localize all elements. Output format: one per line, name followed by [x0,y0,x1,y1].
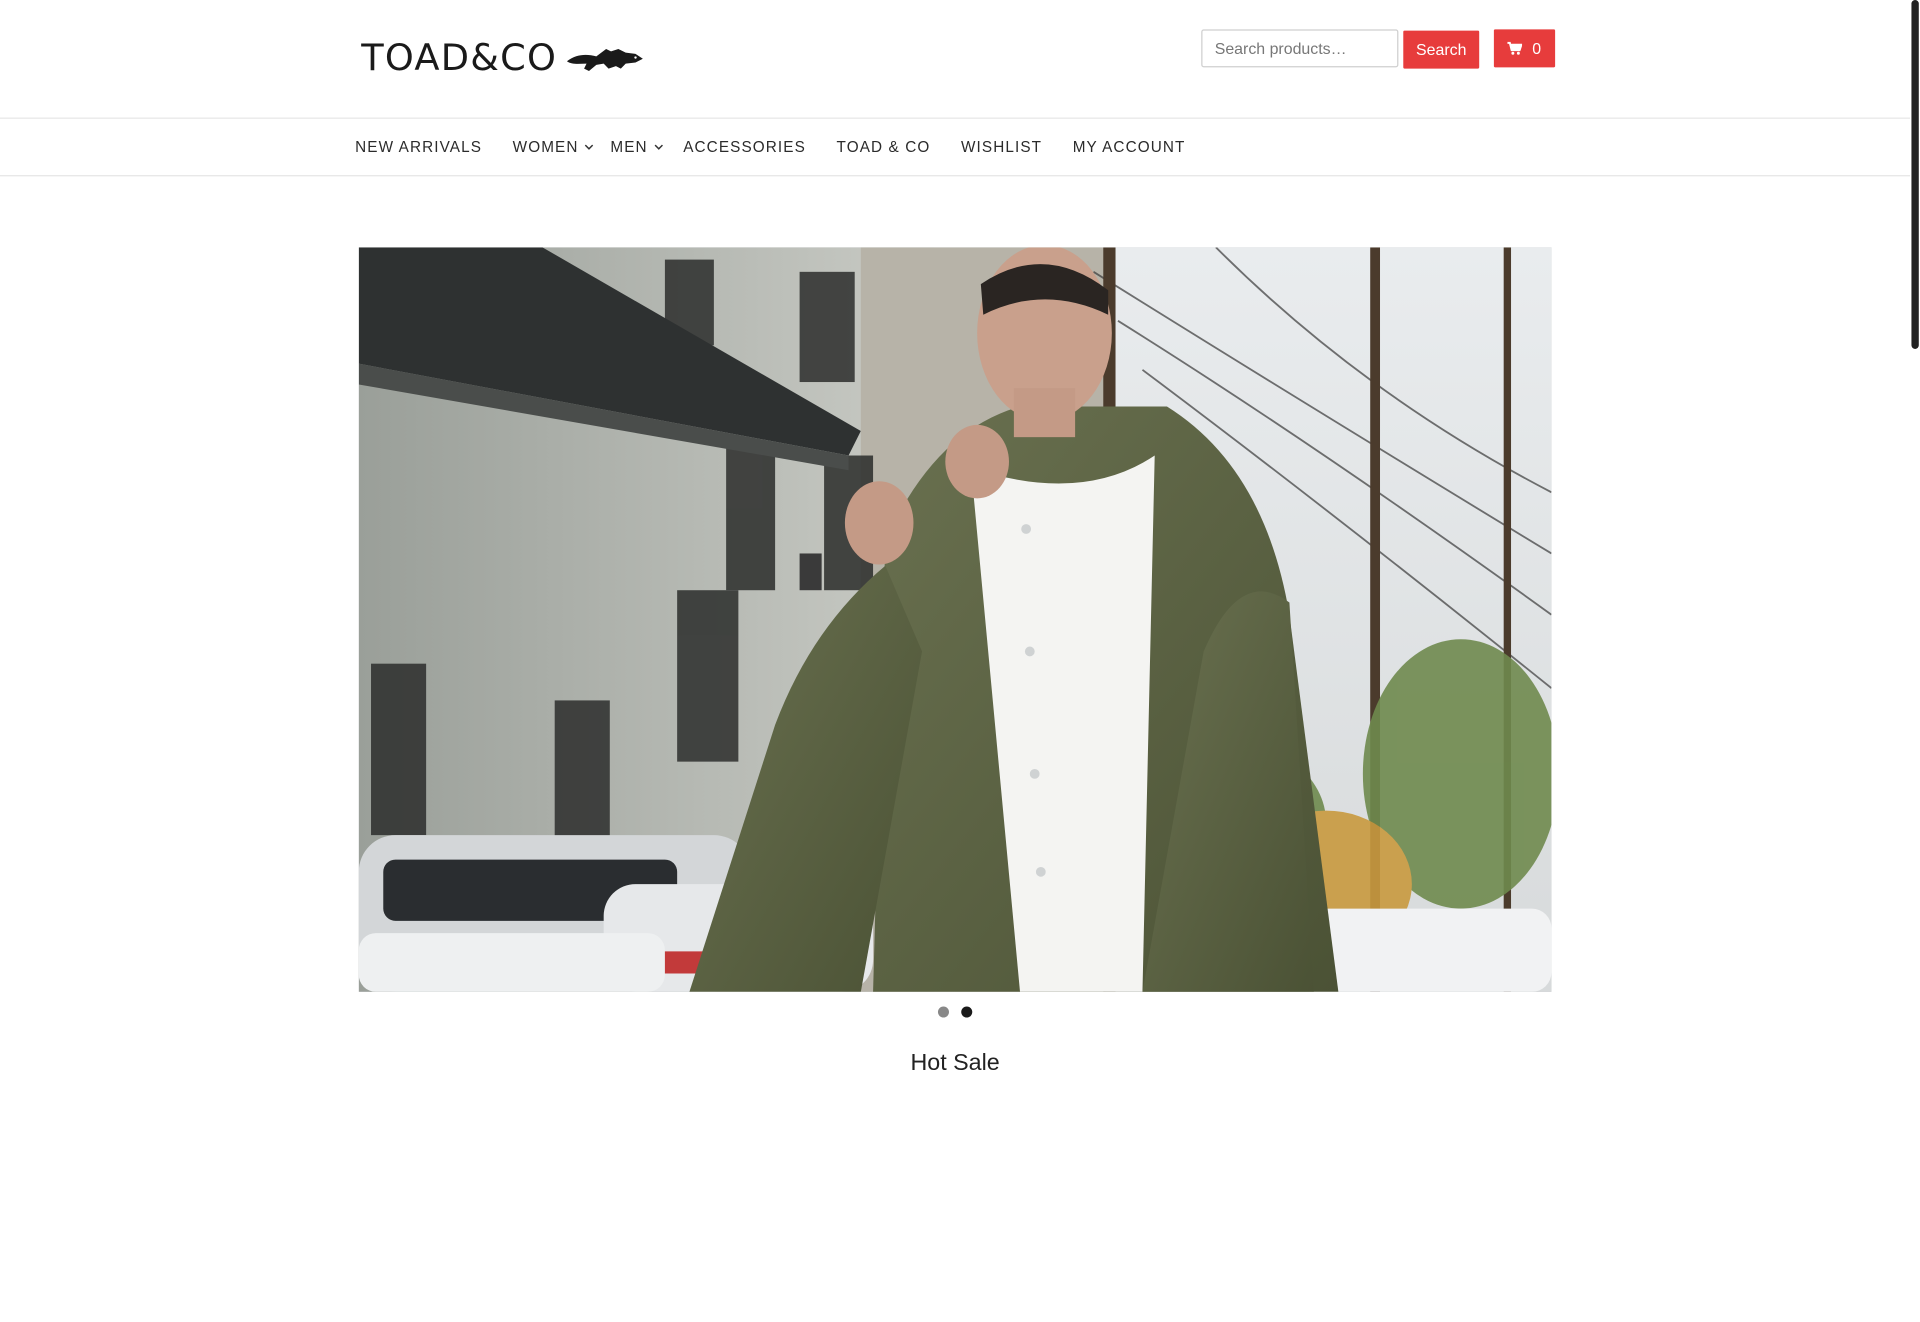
cart-button[interactable]: 0 [1493,29,1556,68]
nav-item-label: WISHLIST [960,138,1043,156]
search-input[interactable] [1201,29,1399,68]
slider-pagination [0,1006,1910,1018]
cart-count: 0 [1532,39,1542,58]
slider-dot-2[interactable] [961,1006,973,1018]
nav-item-label: ACCESSORIES [683,138,806,156]
hero-slide-image[interactable] [358,247,1552,992]
nav-item-label: MY ACCOUNT [1072,138,1186,156]
iguana-icon [566,48,643,71]
nav-item-wishlist[interactable]: WISHLIST [961,138,1042,155]
nav-item-label: MEN [610,138,648,156]
chevron-down-icon [654,144,663,150]
site-header: TOAD&CO Search 0 [0,0,1911,119]
brand-name: TOAD&CO [361,36,558,80]
main-nav: NEW ARRIVALS WOMEN MEN ACCESSORIES TOAD … [0,119,1911,177]
nav-item-accessories[interactable]: ACCESSORIES [683,138,806,155]
nav-item-women[interactable]: WOMEN [512,138,595,156]
hero-photo [358,247,1552,992]
nav-item-label: WOMEN [512,138,579,156]
nav-item-toad-and-co[interactable]: TOAD & CO [837,138,931,155]
page: TOAD&CO Search 0 NEW ARRIVALS WOMEN MEN [0,0,1920,1081]
chevron-down-icon [585,144,594,150]
slider-dot-1[interactable] [937,1006,949,1018]
nav-item-my-account[interactable]: MY ACCOUNT [1073,138,1186,155]
nav-item-label: TOAD & CO [836,138,931,156]
nav-item-label: NEW ARRIVALS [355,138,483,156]
section-title: Hot Sale [910,1050,1000,1077]
nav-item-new-arrivals[interactable]: NEW ARRIVALS [355,138,482,155]
search-button[interactable]: Search [1403,30,1480,69]
nav-item-men[interactable]: MEN [610,138,663,156]
cart-icon [1507,41,1523,55]
brand-logo[interactable]: TOAD&CO [361,37,645,80]
scrollbar-thumb[interactable] [1911,0,1919,349]
